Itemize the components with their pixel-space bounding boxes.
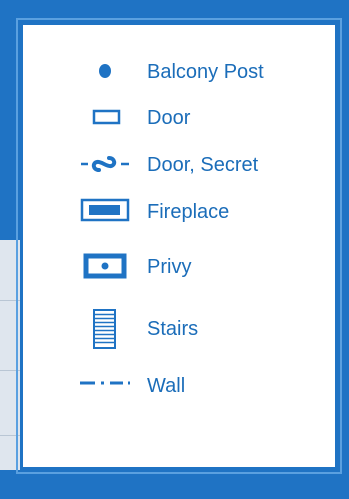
legend-item-wall: Wall <box>23 371 335 401</box>
wall-icon <box>80 381 130 385</box>
privy-icon <box>83 253 127 279</box>
stairs-icon <box>93 309 116 349</box>
legend-item-privy: Privy <box>23 252 335 282</box>
legend-label: Privy <box>147 256 192 278</box>
legend-item-door-secret: Door, Secret <box>23 150 335 180</box>
balcony-post-icon <box>99 64 111 78</box>
background-strip <box>0 240 20 470</box>
legend-item-stairs: Stairs <box>23 308 335 350</box>
legend-item-balcony-post: Balcony Post <box>23 57 335 87</box>
fireplace-icon <box>80 198 130 222</box>
legend-label: Wall <box>147 375 186 397</box>
door-secret-icon <box>81 156 129 172</box>
legend-label: Fireplace <box>147 201 230 223</box>
legend-label: Door <box>147 107 191 129</box>
legend-label: Door, Secret <box>147 154 259 176</box>
map-legend-panel: Balcony Post Door Door, Secret Fireplace… <box>20 22 338 470</box>
legend-item-fireplace: Fireplace <box>23 197 335 227</box>
legend-label: Balcony Post <box>147 61 264 83</box>
legend-label: Stairs <box>147 318 199 340</box>
legend-item-door: Door <box>23 103 335 133</box>
door-icon <box>92 109 121 125</box>
